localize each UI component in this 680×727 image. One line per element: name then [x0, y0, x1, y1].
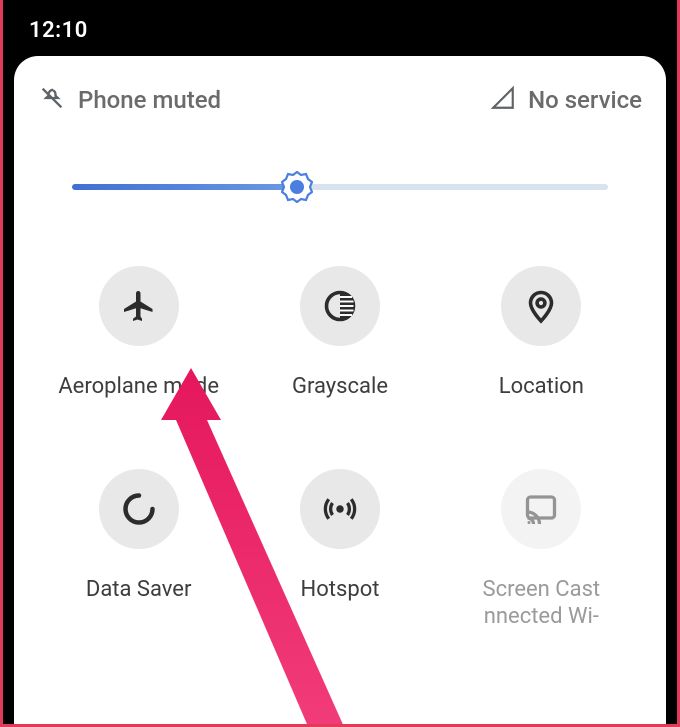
- quick-settings-panel: Phone muted No service: [14, 56, 666, 724]
- tile-grayscale[interactable]: Grayscale: [239, 266, 440, 399]
- tile-location[interactable]: Location: [441, 266, 642, 399]
- signal-icon: [490, 85, 516, 115]
- status-bar: 12:10: [3, 0, 677, 57]
- contrast-icon: [300, 266, 380, 346]
- location-pin-icon: [501, 266, 581, 346]
- tile-label: Aeroplane mode: [58, 374, 219, 399]
- tile-sublabel: nnected Wi-: [484, 604, 599, 629]
- sound-status-label: Phone muted: [78, 86, 221, 114]
- muted-icon: [38, 84, 66, 116]
- brightness-track-filled: [72, 184, 297, 190]
- hotspot-icon: [300, 469, 380, 549]
- brightness-thumb-icon: [281, 171, 313, 203]
- tile-screen-cast[interactable]: Screen Cast nnected Wi-: [441, 469, 642, 629]
- cast-icon: [501, 469, 581, 549]
- tile-data-saver[interactable]: Data Saver: [38, 469, 239, 629]
- tile-label: Grayscale: [292, 374, 388, 399]
- brightness-track-empty: [297, 184, 608, 190]
- sound-status[interactable]: Phone muted: [38, 84, 221, 116]
- tile-label: Hotspot: [301, 577, 380, 602]
- clock: 12:10: [29, 18, 88, 43]
- tile-aeroplane-mode[interactable]: Aeroplane mode: [38, 266, 239, 399]
- data-saver-icon: [99, 469, 179, 549]
- airplane-icon: [99, 266, 179, 346]
- device-frame: 12:10 Phone muted No service: [0, 0, 680, 727]
- brightness-slider[interactable]: [72, 172, 608, 202]
- tile-label: Screen Cast: [483, 577, 601, 602]
- tile-hotspot[interactable]: Hotspot: [239, 469, 440, 629]
- network-status[interactable]: No service: [490, 85, 642, 115]
- tile-label: Data Saver: [86, 577, 192, 602]
- panel-status-row: Phone muted No service: [38, 84, 642, 116]
- quick-tiles-grid: Aeroplane mode Grayscale Location Data S…: [38, 266, 642, 629]
- network-status-label: No service: [528, 86, 642, 114]
- tile-label: Location: [499, 374, 584, 399]
